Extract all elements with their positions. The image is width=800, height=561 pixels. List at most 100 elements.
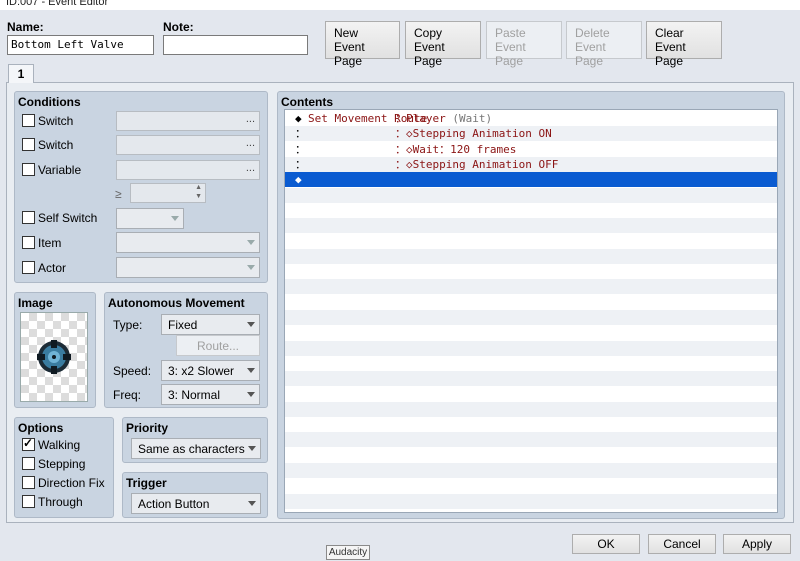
delete-event-page-button[interactable]: Delete Event Page	[566, 21, 642, 68]
switch2-checkbox[interactable]	[22, 138, 35, 151]
switch2-label: Switch	[38, 138, 74, 152]
command-separator: ：	[395, 157, 406, 171]
command-prefix: ：	[295, 142, 306, 156]
variable-checkbox[interactable]	[22, 163, 35, 176]
command-prefix: ◆	[295, 112, 302, 125]
command-line[interactable]: ◆ Set Movement Route：Player (Wait)	[285, 111, 777, 126]
empty-line[interactable]	[285, 417, 777, 432]
route-button[interactable]: Route...	[176, 335, 260, 356]
command-separator: ：	[395, 112, 406, 125]
freq-label: Freq:	[113, 388, 142, 402]
delete-event-page-line2: Event Page	[575, 40, 606, 68]
cancel-button[interactable]: Cancel	[648, 534, 716, 554]
empty-line[interactable]	[285, 356, 777, 371]
copy-event-page-button[interactable]: Copy Event Page	[405, 21, 481, 68]
variable-field[interactable]: ...	[116, 160, 260, 180]
switch2-field[interactable]: ...	[116, 135, 260, 155]
trigger-panel: Trigger Action Button	[122, 472, 268, 518]
empty-line[interactable]	[285, 248, 777, 264]
empty-line[interactable]	[285, 233, 777, 248]
event-image-preview[interactable]	[20, 312, 88, 402]
command-prefix: ：	[295, 157, 306, 171]
apply-button[interactable]: Apply	[723, 534, 791, 554]
autonomous-title: Autonomous Movement	[108, 296, 245, 310]
command-line[interactable]: ◆	[285, 172, 777, 188]
command-separator: ：	[395, 142, 406, 156]
speed-select[interactable]: 3: x2 Slower	[161, 360, 260, 381]
clear-event-page-button[interactable]: Clear Event Page	[646, 21, 722, 68]
note-label: Note:	[163, 20, 194, 34]
variable-label: Variable	[38, 163, 82, 177]
greater-equal-symbol: ≥	[115, 187, 122, 201]
command-args: ◇Stepping Animation ON	[406, 127, 552, 141]
new-event-page-line1: New	[334, 26, 359, 40]
chevron-down-icon	[247, 392, 255, 397]
command-prefix: ◆	[295, 173, 302, 187]
freq-value: 3: Normal	[168, 388, 221, 402]
window-title: ID:007 - Event Editor	[6, 0, 109, 8]
empty-line[interactable]	[285, 295, 777, 310]
self-switch-label: Self Switch	[38, 211, 98, 225]
empty-line[interactable]	[285, 386, 777, 401]
new-event-page-line2: Event Page	[334, 40, 365, 68]
actor-label: Actor	[38, 261, 67, 275]
empty-line[interactable]	[285, 478, 777, 493]
tab-page-1[interactable]: 1	[8, 64, 34, 84]
empty-line[interactable]	[285, 325, 777, 340]
self-switch-checkbox[interactable]	[22, 211, 35, 224]
switch1-checkbox[interactable]	[22, 114, 35, 127]
movement-type-select[interactable]: Fixed	[161, 314, 260, 335]
priority-value: Same as characters	[138, 442, 245, 456]
copy-event-page-line2: Event Page	[414, 40, 445, 68]
priority-title: Priority	[126, 421, 169, 435]
empty-line[interactable]	[285, 218, 777, 234]
empty-line[interactable]	[285, 340, 777, 356]
direction-fix-checkbox[interactable]	[22, 476, 35, 489]
empty-line[interactable]	[285, 493, 777, 509]
empty-line[interactable]	[285, 264, 777, 279]
speed-label: Speed:	[113, 364, 152, 378]
trigger-select[interactable]: Action Button	[131, 493, 261, 514]
note-input[interactable]	[163, 35, 308, 55]
clear-event-page-line2: Event Page	[655, 40, 686, 68]
name-input[interactable]: Bottom Left Valve	[7, 35, 154, 55]
stepping-checkbox[interactable]	[22, 457, 35, 470]
options-title: Options	[18, 421, 64, 435]
switch2-dots: ...	[245, 137, 255, 149]
empty-line[interactable]	[285, 309, 777, 325]
spinner-down-icon[interactable]: ▼	[195, 193, 202, 201]
command-line[interactable]: ：：◇Wait：120 frames	[285, 142, 777, 157]
item-checkbox[interactable]	[22, 236, 35, 249]
new-event-page-button[interactable]: New Event Page	[325, 21, 400, 68]
variable-value-spinner[interactable]: ▲ ▼	[130, 183, 206, 203]
priority-select[interactable]: Same as characters	[131, 438, 261, 459]
empty-line[interactable]	[285, 187, 777, 203]
command-prefix: ：	[295, 127, 306, 141]
valve-icon	[37, 340, 71, 374]
freq-select[interactable]: 3: Normal	[161, 384, 260, 405]
event-command-list[interactable]: ◆ Set Movement Route：Player (Wait)：：◇Step…	[284, 109, 778, 513]
empty-line[interactable]	[285, 203, 777, 218]
empty-line[interactable]	[285, 371, 777, 387]
ok-button[interactable]: OK	[572, 534, 640, 554]
chevron-down-icon	[247, 368, 255, 373]
empty-line[interactable]	[285, 279, 777, 295]
chevron-down-icon	[248, 446, 256, 451]
command-line[interactable]: ：：◇Stepping Animation ON	[285, 126, 777, 142]
empty-line[interactable]	[285, 448, 777, 463]
through-checkbox[interactable]	[22, 495, 35, 508]
item-combo[interactable]	[116, 232, 260, 253]
self-switch-combo[interactable]	[116, 208, 184, 229]
copy-event-page-line1: Copy	[414, 26, 443, 40]
command-line[interactable]: ：：◇Stepping Animation OFF	[285, 156, 777, 172]
spinner-up-icon[interactable]: ▲	[195, 184, 202, 192]
actor-combo[interactable]	[116, 257, 260, 278]
paste-event-page-button[interactable]: Paste Event Page	[486, 21, 562, 68]
command-args: ◇Wait：120 frames	[406, 142, 517, 156]
empty-line[interactable]	[285, 401, 777, 417]
empty-line[interactable]	[285, 462, 777, 478]
switch1-field[interactable]: ...	[116, 111, 260, 131]
actor-checkbox[interactable]	[22, 261, 35, 274]
empty-line[interactable]	[285, 432, 777, 448]
walking-checkbox[interactable]	[22, 436, 35, 451]
